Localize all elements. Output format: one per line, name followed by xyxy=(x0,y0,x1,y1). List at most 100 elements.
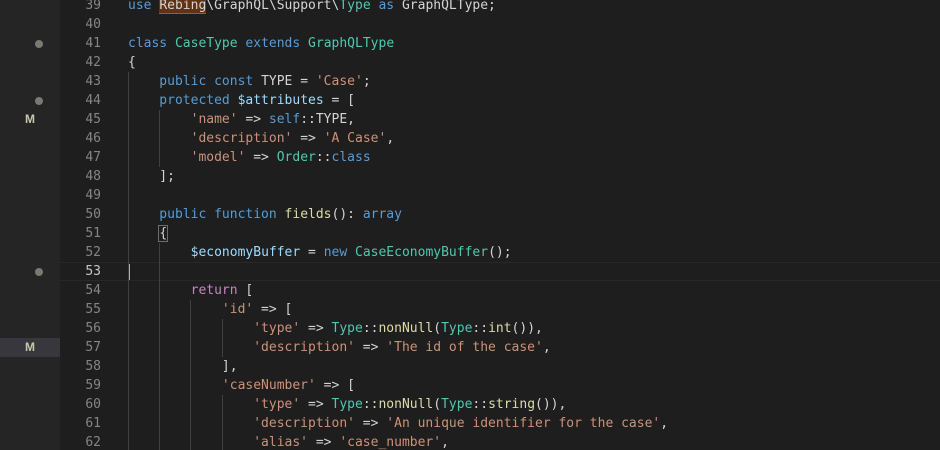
code-token: CaseEconomyBuffer xyxy=(355,245,489,260)
code-token: { xyxy=(158,225,169,242)
code-token: 'name' xyxy=(128,112,238,127)
code-token: , xyxy=(542,340,551,355)
code-token: 'A Case' xyxy=(323,131,387,146)
code-editor[interactable]: 39 use Rebing\GraphQL\Support\Type as Gra… xyxy=(60,0,940,450)
code-text: ]; xyxy=(128,167,175,186)
code-token: :: xyxy=(362,397,379,412)
code-token: $attributes xyxy=(237,93,324,108)
code-token: => xyxy=(245,150,277,165)
code-token: self xyxy=(268,112,301,127)
code-line[interactable]: 42 { xyxy=(60,53,940,72)
code-text: { xyxy=(128,224,169,243)
code-text: class CaseType extends GraphQLType xyxy=(128,34,394,53)
code-line[interactable]: 46 'description' => 'A Case', xyxy=(60,129,940,148)
code-text: protected $attributes = [ xyxy=(128,91,355,110)
code-line[interactable]: 53 xyxy=(60,262,940,281)
code-line[interactable]: 57 'description' => 'The id of the case'… xyxy=(60,338,940,357)
code-token: (): xyxy=(331,207,363,222)
code-text: $economyBuffer = new CaseEconomyBuffer()… xyxy=(128,243,512,262)
modified-dot-icon xyxy=(35,97,43,105)
code-token: extends xyxy=(237,36,309,51)
line-number: 54 xyxy=(85,283,101,298)
code-token: 'An unique identifier for the case' xyxy=(386,416,661,431)
code-line[interactable]: 60 'type' => Type::nonNull(Type::string(… xyxy=(60,395,940,414)
line-number: 43 xyxy=(85,74,101,89)
code-token: nonNull xyxy=(378,397,434,412)
code-token: class xyxy=(331,150,371,165)
code-token: 'description' xyxy=(128,131,293,146)
code-line[interactable]: 61 'description' => 'An unique identifie… xyxy=(60,414,940,433)
code-token: 'alias' xyxy=(128,435,309,450)
modified-marker[interactable]: M xyxy=(0,110,60,129)
code-token: , xyxy=(386,131,395,146)
code-line[interactable]: 50 public function fields(): array xyxy=(60,205,940,224)
code-line[interactable]: 58 ], xyxy=(60,357,940,376)
code-token: = xyxy=(300,245,324,260)
modified-marker[interactable]: M xyxy=(0,338,60,357)
code-token: ( xyxy=(433,397,442,412)
code-text: 'name' => self::TYPE, xyxy=(128,110,355,129)
code-line[interactable]: 45 'name' => self::TYPE, xyxy=(60,110,940,129)
code-token: 'caseNumber' xyxy=(128,378,316,393)
line-number: 62 xyxy=(85,435,101,450)
code-token: :: xyxy=(362,321,379,336)
code-token: Type xyxy=(339,0,371,13)
line-number: 50 xyxy=(85,207,101,222)
code-line[interactable]: 43 public const TYPE = 'Case'; xyxy=(60,72,940,91)
code-token: => xyxy=(292,131,324,146)
code-text: ], xyxy=(128,357,238,376)
indent-guide xyxy=(190,300,192,450)
code-token: :: xyxy=(472,321,489,336)
code-text: 'model' => Order::class xyxy=(128,148,371,167)
code-line[interactable]: 44 protected $attributes = [ xyxy=(60,91,940,110)
code-token: return xyxy=(190,283,238,298)
code-line[interactable]: 39 use Rebing\GraphQL\Support\Type as Gra… xyxy=(60,0,940,15)
activity-gutter: MM xyxy=(0,0,60,450)
code-line[interactable]: 51 { xyxy=(60,224,940,243)
code-token: class xyxy=(128,36,175,51)
code-token: use xyxy=(128,0,160,13)
indent-guide xyxy=(159,110,161,167)
line-number: 44 xyxy=(85,93,101,108)
code-line[interactable]: 52 $economyBuffer = new CaseEconomyBuffe… xyxy=(60,243,940,262)
code-text: 'type' => Type::nonNull(Type::string()), xyxy=(128,395,566,414)
editor-window: MM 39 use Rebing\GraphQL\Support\Type as … xyxy=(0,0,940,450)
code-line[interactable]: 48 ]; xyxy=(60,167,940,186)
code-line[interactable]: 49 xyxy=(60,186,940,205)
code-token: => xyxy=(354,340,387,355)
line-number: 61 xyxy=(85,416,101,431)
line-number: 39 xyxy=(85,0,101,13)
code-text: 'alias' => 'case_number', xyxy=(128,433,449,450)
code-line[interactable]: 62 'alias' => 'case_number', xyxy=(60,433,940,450)
code-token: :: xyxy=(300,112,316,127)
code-line[interactable]: 56 'type' => Type::nonNull(Type::int()), xyxy=(60,319,940,338)
code-line[interactable]: 55 'id' => [ xyxy=(60,300,940,319)
code-token: => xyxy=(300,397,332,412)
code-token: TYPE, xyxy=(315,112,355,127)
code-token: Order xyxy=(276,150,316,165)
code-token: nonNull xyxy=(378,321,434,336)
code-token: new xyxy=(323,245,355,260)
code-token: Type xyxy=(441,321,473,336)
code-token: Type xyxy=(441,397,473,412)
line-number: 41 xyxy=(85,36,101,51)
code-line[interactable]: 54 return [ xyxy=(60,281,940,300)
code-token: => [ xyxy=(315,378,355,393)
code-token: 'description' xyxy=(128,416,355,431)
code-token: TYPE = xyxy=(261,74,316,89)
line-number: 46 xyxy=(85,131,101,146)
code-token: GraphQLType; xyxy=(401,0,496,13)
code-text: 'caseNumber' => [ xyxy=(128,376,355,395)
code-line[interactable]: 47 'model' => Order::class xyxy=(60,148,940,167)
line-number: 51 xyxy=(85,226,101,241)
code-line[interactable]: 41 class CaseType extends GraphQLType xyxy=(60,34,940,53)
code-token: 'description' xyxy=(128,340,355,355)
code-token: ( xyxy=(433,321,442,336)
code-token: Type xyxy=(331,397,363,412)
code-token: 'model' xyxy=(128,150,246,165)
code-token: (); xyxy=(488,245,512,260)
code-token: , xyxy=(441,435,449,450)
code-line[interactable]: 40 xyxy=(60,15,940,34)
code-line[interactable]: 59 'caseNumber' => [ xyxy=(60,376,940,395)
